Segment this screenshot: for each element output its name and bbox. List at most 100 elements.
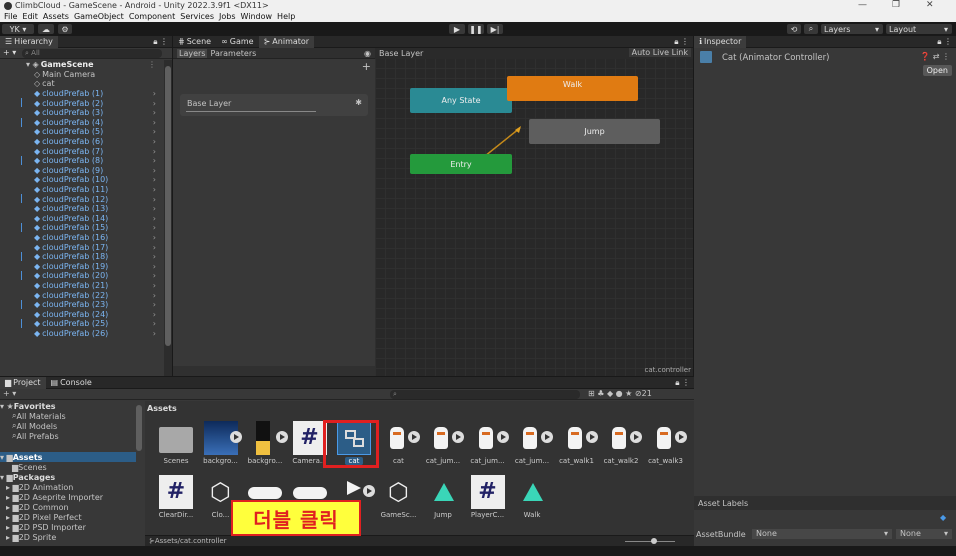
asset-item[interactable]: cat_walk2 — [598, 421, 644, 481]
hierarchy-prefab-row[interactable]: ◆ cloudPrefab (8) › — [0, 156, 164, 166]
tree-favorites[interactable]: ▾ ★ Favorites — [0, 401, 136, 411]
hierarchy-prefab-row[interactable]: ◆ cloudPrefab (19) › — [0, 262, 164, 272]
menu-help[interactable]: Help — [277, 12, 295, 21]
hierarchy-prefab-row[interactable]: ◆ cloudPrefab (15) › — [0, 223, 164, 233]
tag-icon[interactable]: ◆ — [940, 513, 950, 522]
asset-item[interactable]: Jump — [420, 475, 466, 535]
lock-icon[interactable]: 🔒︎ ⋮ — [153, 37, 168, 47]
base-layer-row[interactable]: Base Layer ✱ — [180, 94, 368, 116]
menu-edit[interactable]: Edit — [22, 12, 38, 21]
tab-inspector[interactable]: ℹ Inspector — [694, 35, 747, 48]
tab-parameters[interactable]: Parameters — [210, 49, 256, 58]
asset-item[interactable]: cat_jum... — [420, 421, 466, 481]
tree-all-prefabs[interactable]: ⌕ All Prefabs — [0, 431, 136, 441]
lock-icon[interactable]: 🔒︎ ⋮ — [675, 378, 690, 388]
hierarchy-prefab-row[interactable]: ◆ cloudPrefab (23) › — [0, 300, 164, 310]
gear-icon[interactable]: ✱ — [355, 98, 362, 107]
layers-dropdown[interactable]: Layers ▾ — [821, 24, 883, 34]
hierarchy-object-row[interactable]: ◇ Main Camera — [0, 70, 164, 80]
tree-package[interactable]: ▸ ▆ 2D Animation — [0, 482, 136, 492]
hierarchy-search-input[interactable]: ⌕ All — [22, 49, 162, 58]
project-search-input[interactable]: ⌕ — [390, 390, 580, 399]
assetbundle-dropdown[interactable]: None ▾ — [752, 529, 892, 539]
tab-hierarchy[interactable]: ☰ Hierarchy — [0, 35, 58, 48]
tab-project[interactable]: ▆ Project — [0, 376, 46, 389]
chevron-right-icon[interactable]: › — [153, 262, 156, 271]
close-icon[interactable]: ✕ — [926, 0, 934, 10]
asset-item[interactable]: cat — [376, 421, 422, 481]
state-entry[interactable]: Entry — [410, 154, 512, 174]
asset-item[interactable]: backgro... — [198, 421, 244, 481]
collab-icon[interactable]: ⚙ — [58, 24, 72, 34]
chevron-right-icon[interactable]: › — [153, 291, 156, 300]
tab-console[interactable]: ▤ Console — [46, 377, 97, 389]
asset-item[interactable]: cat_jum... — [509, 421, 555, 481]
chevron-right-icon[interactable]: › — [153, 156, 156, 165]
hierarchy-prefab-row[interactable]: ◆ cloudPrefab (7) › — [0, 146, 164, 156]
state-jump[interactable]: Jump — [529, 119, 660, 144]
scrollbar-thumb[interactable] — [165, 66, 171, 346]
hierarchy-scrollbar[interactable] — [164, 60, 172, 376]
lock-icon[interactable]: 🔒︎ ⋮ — [674, 37, 689, 47]
zoom-slider[interactable] — [625, 541, 675, 542]
tab-scene[interactable]: ⋕ Scene — [173, 36, 216, 48]
hierarchy-prefab-row[interactable]: ◆ cloudPrefab (9) › — [0, 166, 164, 176]
create-button[interactable]: + ▾ — [3, 389, 16, 398]
menu-component[interactable]: Component — [129, 12, 175, 21]
hierarchy-prefab-row[interactable]: ◆ cloudPrefab (17) › — [0, 242, 164, 252]
chevron-right-icon[interactable]: › — [153, 204, 156, 213]
chevron-right-icon[interactable]: › — [153, 89, 156, 98]
help-settings-icons[interactable]: ❓ ⇄ ⋮ — [920, 52, 950, 61]
menu-window[interactable]: Window — [241, 12, 273, 21]
hierarchy-prefab-row[interactable]: ◆ cloudPrefab (10) › — [0, 175, 164, 185]
asset-item[interactable]: Scenes — [153, 421, 199, 481]
chevron-right-icon[interactable]: › — [153, 195, 156, 204]
step-button[interactable]: ▶| — [487, 24, 503, 34]
tree-package[interactable]: ▸ ▆ 2D Sprite — [0, 532, 136, 542]
variant-dropdown[interactable]: None ▾ — [896, 529, 952, 539]
tree-packages[interactable]: ▾ ▆ Packages — [0, 472, 136, 482]
hierarchy-prefab-row[interactable]: ◆ cloudPrefab (16) › — [0, 233, 164, 243]
tab-game[interactable]: ∞ Game — [216, 36, 259, 48]
chevron-right-icon[interactable]: › — [153, 233, 156, 242]
chevron-right-icon[interactable]: › — [153, 223, 156, 232]
chevron-right-icon[interactable]: › — [153, 147, 156, 156]
add-button[interactable]: + ▾ — [3, 48, 16, 57]
asset-item[interactable]: Walk — [509, 475, 555, 535]
hierarchy-prefab-row[interactable]: ◆ cloudPrefab (25) › — [0, 319, 164, 329]
chevron-right-icon[interactable]: › — [153, 118, 156, 127]
menu-jobs[interactable]: Jobs — [219, 12, 236, 21]
hierarchy-prefab-row[interactable]: ◆ cloudPrefab (12) › — [0, 194, 164, 204]
tree-scrollbar-thumb[interactable] — [136, 405, 142, 451]
zoom-slider-thumb[interactable] — [651, 538, 657, 544]
play-button[interactable]: ▶ — [449, 24, 465, 34]
chevron-right-icon[interactable]: › — [153, 127, 156, 136]
chevron-right-icon[interactable]: › — [153, 108, 156, 117]
layout-dropdown[interactable]: Layout ▾ — [886, 24, 952, 34]
menu-services[interactable]: Services — [180, 12, 214, 21]
assets-breadcrumb[interactable]: Assets — [147, 404, 177, 413]
tree-package[interactable]: ▸ ▆ 2D Common — [0, 502, 136, 512]
hierarchy-prefab-row[interactable]: ◆ cloudPrefab (11) › — [0, 185, 164, 195]
chevron-right-icon[interactable]: › — [153, 137, 156, 146]
chevron-right-icon[interactable]: › — [153, 271, 156, 280]
menu-assets[interactable]: Assets — [43, 12, 69, 21]
asset-item[interactable]: backgro... — [242, 421, 288, 481]
chevron-right-icon[interactable]: › — [153, 319, 156, 328]
animator-graph[interactable]: Base Layer Auto Live Link Any State Walk… — [375, 48, 693, 376]
tree-all-materials[interactable]: ⌕ All Materials — [0, 411, 136, 421]
tree-scenes[interactable]: ▆ Scenes — [0, 462, 136, 472]
hierarchy-scene-row[interactable]: ▾ ◈ GameScene ⋮ — [0, 60, 164, 70]
more-icon[interactable]: ⋮ — [148, 60, 156, 69]
hierarchy-prefab-row[interactable]: ◆ cloudPrefab (18) › — [0, 252, 164, 262]
pause-button[interactable]: ❚❚ — [468, 24, 484, 34]
chevron-right-icon[interactable]: › — [153, 329, 156, 338]
chevron-right-icon[interactable]: › — [153, 166, 156, 175]
menu-gameobject[interactable]: GameObject — [74, 12, 124, 21]
chevron-right-icon[interactable]: › — [153, 310, 156, 319]
asset-item[interactable]: cat_walk3 — [643, 421, 689, 481]
hierarchy-prefab-row[interactable]: ◆ cloudPrefab (26) › — [0, 329, 164, 339]
tree-package[interactable]: ▸ ▆ 2D Pixel Perfect — [0, 512, 136, 522]
asset-item[interactable]: # PlayerC... — [465, 475, 511, 535]
hierarchy-prefab-row[interactable]: ◆ cloudPrefab (6) › — [0, 137, 164, 147]
